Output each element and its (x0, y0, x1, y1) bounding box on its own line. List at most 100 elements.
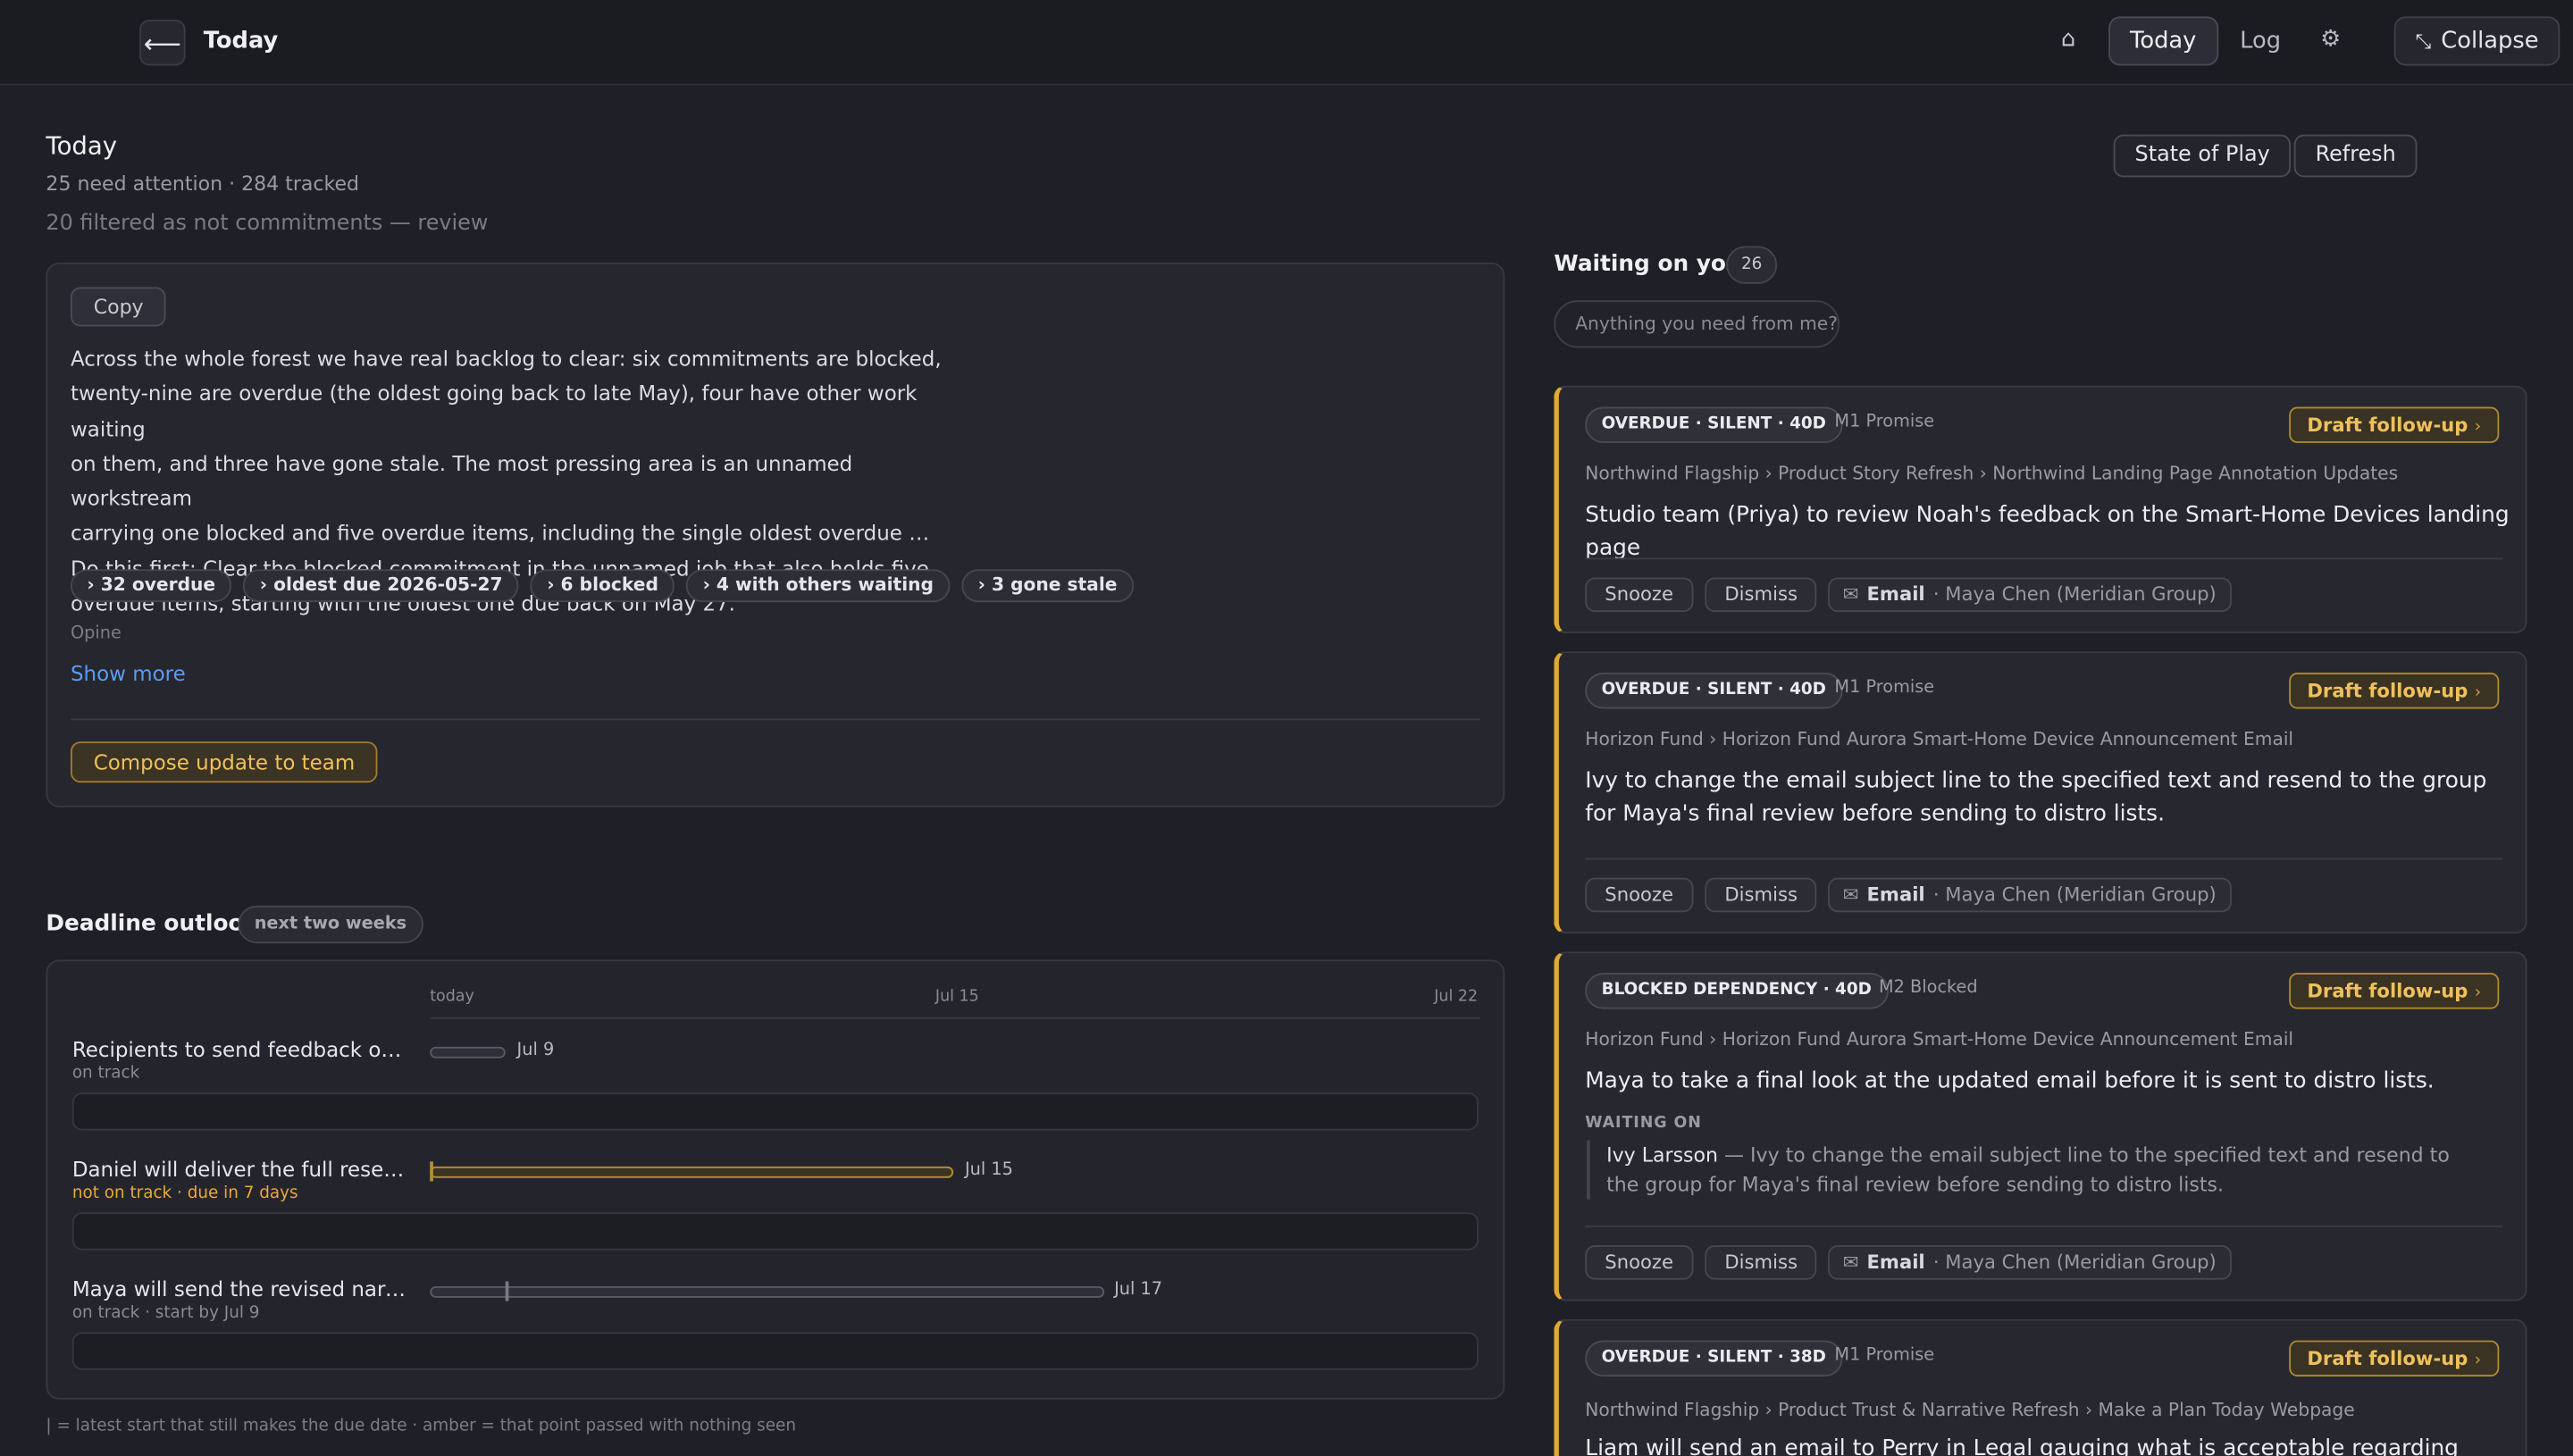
category-tag: M2 Blocked (1879, 977, 1978, 998)
deadline-name: Maya will send the revised narrat… (71, 1276, 409, 1301)
draft-label: Draft follow-up (2307, 679, 2468, 703)
email-label: Email (1866, 1250, 1925, 1274)
commitment-card: OVERDUE · SILENT · 40D M1 Promise Draft … (1554, 385, 2527, 633)
commitment-card: OVERDUE · SILENT · 38D M1 Promise Draft … (1554, 1318, 2527, 1456)
chip-oldest-due[interactable]: › oldest due 2026-05-27 (243, 569, 519, 603)
mail-icon: ✉ (1842, 883, 1859, 906)
status-badge: BLOCKED DEPENDENCY · 40D (1585, 973, 1889, 1009)
breadcrumb: Northwind Flagship › Product Trust & Nar… (1585, 1399, 2355, 1421)
chip-overdue[interactable]: › 32 overdue (70, 569, 232, 603)
chevron-right-icon: › (2474, 683, 2482, 703)
ask-input[interactable]: Anything you need from me? (1554, 300, 1840, 348)
snooze-button[interactable]: Snooze (1585, 577, 1694, 613)
category-tag: M1 Promise (1834, 1345, 1935, 1366)
deadline-bar (430, 1166, 954, 1178)
commitment-card: OVERDUE · SILENT · 40D M1 Promise Draft … (1554, 651, 2527, 934)
summary-line: twenty-nine are overdue (the oldest goin… (70, 381, 918, 441)
deadline-outlook-title: Deadline outlook (46, 910, 259, 937)
dismiss-button[interactable]: Dismiss (1705, 577, 1818, 613)
commitment-description: Ivy to change the email subject line to … (1585, 767, 2487, 827)
draft-label: Draft follow-up (2307, 1346, 2468, 1370)
divider (1585, 557, 2502, 560)
collapse-label: Collapse (2441, 28, 2539, 54)
category-tag: M1 Promise (1834, 677, 1935, 698)
email-source-chip[interactable]: ✉ Email · Maya Chen (Meridian Group) (1828, 1245, 2232, 1280)
email-source-chip[interactable]: ✉ Email · Maya Chen (Meridian Group) (1828, 577, 2232, 613)
refresh-button[interactable]: Refresh (2293, 134, 2418, 178)
mail-icon: ✉ (1842, 582, 1859, 606)
status-badge: OVERDUE · SILENT · 38D (1585, 1340, 1843, 1377)
summary-chips: › 32 overdue › oldest due 2026-05-27 › 6… (70, 569, 1134, 603)
summary-line: carrying one blocked and five overdue it… (70, 521, 930, 546)
filtered-review-link[interactable]: 20 filtered as not commitments — review (46, 212, 488, 237)
category-tag: M1 Promise (1834, 412, 1935, 432)
waiting-on-text: — Ivy to change the email subject line t… (1606, 1143, 2450, 1196)
summary-card: Copy Across the whole forest we have rea… (46, 262, 1505, 807)
axis-label-jul15: Jul 15 (934, 987, 979, 1006)
deadline-date: Jul 15 (964, 1159, 1013, 1180)
email-from: · Maya Chen (Meridian Group) (1932, 582, 2217, 606)
email-label: Email (1866, 883, 1925, 906)
dismiss-button[interactable]: Dismiss (1705, 1245, 1818, 1280)
deadline-date: Jul 17 (1114, 1279, 1163, 1300)
nav-log-button[interactable]: Log (2240, 28, 2281, 54)
waiting-title: Waiting on you (1554, 251, 1742, 278)
draft-label: Draft follow-up (2307, 979, 2468, 1003)
copy-button[interactable]: Copy (70, 287, 167, 327)
state-of-play-button[interactable]: State of Play (2113, 134, 2292, 178)
nav-today-button[interactable]: Today (2108, 16, 2218, 66)
dismiss-button[interactable]: Dismiss (1705, 877, 1818, 913)
summary-line: Across the whole forest we have real bac… (70, 346, 942, 372)
axis-label-today: today (430, 987, 474, 1006)
email-from: · Maya Chen (Meridian Group) (1932, 883, 2217, 906)
top-bar-title: Today (203, 28, 279, 54)
draft-follow-up-button[interactable]: Draft follow-up › (2289, 673, 2500, 709)
back-button[interactable]: ⟵ (139, 20, 186, 66)
divider (1585, 1226, 2502, 1227)
arrow-left-icon: ⟵ (143, 27, 181, 59)
commitment-description: Studio team (Priya) to review Noah's fee… (1585, 502, 2510, 562)
attention-summary: 25 need attention · 284 tracked (46, 172, 360, 196)
divider (1585, 858, 2502, 860)
chevron-right-icon: › (2474, 1351, 2482, 1370)
deadline-note-field[interactable] (71, 1332, 1479, 1370)
app-root: ⟵ Today ⌂ Today Log ⚙ ⤡ Collapse Today 2… (0, 0, 2573, 1456)
chip-gone-stale[interactable]: › 3 gone stale (961, 569, 1134, 603)
collapse-button[interactable]: ⤡ Collapse (2393, 16, 2560, 66)
deadline-name: Recipients to send feedback on t… (71, 1036, 409, 1062)
top-bar: ⟵ Today ⌂ Today Log ⚙ ⤡ Collapse (0, 0, 2573, 86)
snooze-button[interactable]: Snooze (1585, 1245, 1694, 1280)
chip-others-waiting[interactable]: › 4 with others waiting (686, 569, 951, 603)
draft-label: Draft follow-up (2307, 413, 2468, 437)
latest-start-marker (505, 1281, 509, 1301)
chevron-right-icon: › (2474, 984, 2482, 1003)
deadline-note-field[interactable] (71, 1092, 1479, 1131)
draft-follow-up-button[interactable]: Draft follow-up › (2289, 406, 2500, 443)
commitment-card: BLOCKED DEPENDENCY · 40D M2 Blocked Draf… (1554, 951, 2527, 1301)
axis-line (430, 1017, 1480, 1019)
deadline-name: Daniel will deliver the full researc… (71, 1156, 409, 1182)
deadline-status: not on track · due in 7 days (71, 1184, 298, 1203)
snooze-button[interactable]: Snooze (1585, 877, 1694, 913)
deadline-status: on track (71, 1065, 140, 1084)
chevron-right-icon: › (2474, 418, 2482, 437)
mail-icon: ✉ (1842, 1250, 1859, 1274)
email-source-chip[interactable]: ✉ Email · Maya Chen (Meridian Group) (1828, 877, 2232, 913)
home-icon[interactable]: ⌂ (2061, 26, 2075, 52)
compose-update-button[interactable]: Compose update to team (70, 741, 378, 783)
status-badge: OVERDUE · SILENT · 40D (1585, 673, 1843, 709)
latest-start-marker (430, 1161, 433, 1182)
draft-follow-up-button[interactable]: Draft follow-up › (2289, 973, 2500, 1009)
gear-icon[interactable]: ⚙ (2320, 26, 2341, 52)
deadline-date: Jul 9 (516, 1040, 555, 1060)
collapse-icon: ⤡ (2415, 29, 2432, 53)
chip-blocked[interactable]: › 6 blocked (530, 569, 675, 603)
breadcrumb: Northwind Flagship › Product Story Refre… (1585, 462, 2399, 484)
opine-label: Opine (70, 623, 122, 643)
deadline-legend: | = latest start that still makes the du… (46, 1417, 797, 1436)
deadline-note-field[interactable] (71, 1212, 1479, 1251)
deadline-status: on track · start by Jul 9 (71, 1304, 260, 1323)
show-more-link[interactable]: Show more (71, 661, 186, 686)
email-label: Email (1866, 582, 1925, 606)
draft-follow-up-button[interactable]: Draft follow-up › (2289, 1340, 2500, 1377)
